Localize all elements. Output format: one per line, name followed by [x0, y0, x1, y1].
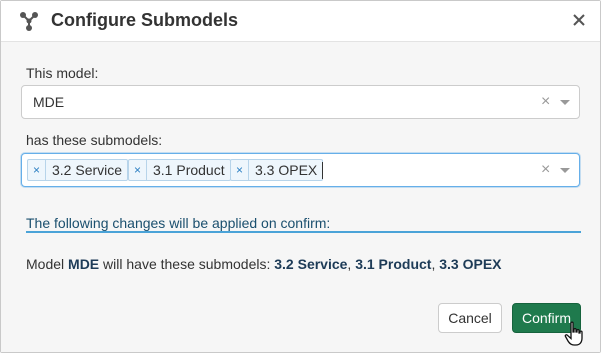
summary-item: 3.1 Product: [355, 256, 432, 272]
close-icon[interactable]: [570, 11, 588, 29]
remove-tag-icon[interactable]: ×: [129, 160, 147, 180]
submodels-label: has these submodels:: [26, 132, 163, 148]
dialog-header: Configure Submodels: [1, 1, 600, 42]
submodel-tag: × 3.3 OPEX: [230, 159, 324, 181]
remove-tag-icon[interactable]: ×: [231, 160, 249, 180]
model-value: MDE: [33, 94, 65, 110]
remove-tag-icon[interactable]: ×: [28, 160, 46, 180]
dialog-body: This model: MDE × has these submodels: ×…: [1, 42, 600, 352]
model-select[interactable]: MDE ×: [21, 85, 580, 119]
hand-pointer-icon: [564, 321, 586, 347]
dialog-title: Configure Submodels: [51, 10, 239, 30]
summary-middle: will have these submodels:: [99, 256, 275, 272]
cancel-button[interactable]: Cancel: [438, 303, 502, 333]
submodel-tag: × 3.2 Service: [27, 159, 129, 181]
summary-model: MDE: [68, 256, 100, 272]
clear-icon[interactable]: ×: [541, 161, 550, 179]
submodels-multiselect[interactable]: × 3.2 Service × 3.1 Product × 3.3 OPEX ×: [21, 153, 580, 187]
configure-submodels-dialog: Configure Submodels This model: MDE × ha…: [0, 0, 601, 353]
tag-label: 3.3 OPEX: [255, 162, 318, 178]
summary-prefix: Model: [26, 256, 69, 272]
tag-label: 3.1 Product: [153, 162, 225, 178]
changes-heading: The following changes will be applied on…: [26, 215, 331, 231]
submodel-tag: × 3.1 Product: [128, 159, 231, 181]
chevron-down-icon[interactable]: [560, 168, 570, 173]
text-cursor[interactable]: [322, 162, 323, 179]
model-label: This model:: [26, 65, 99, 81]
changes-divider: [26, 231, 581, 233]
clear-icon[interactable]: ×: [541, 93, 550, 111]
summary-item: 3.2 Service: [274, 256, 348, 272]
tag-label: 3.2 Service: [52, 162, 123, 178]
chevron-down-icon[interactable]: [560, 100, 570, 105]
changes-summary: Model MDE will have these submodels: 3.2…: [26, 256, 502, 272]
submodels-network-icon: [19, 11, 39, 31]
summary-item: 3.3 OPEX: [439, 256, 502, 272]
